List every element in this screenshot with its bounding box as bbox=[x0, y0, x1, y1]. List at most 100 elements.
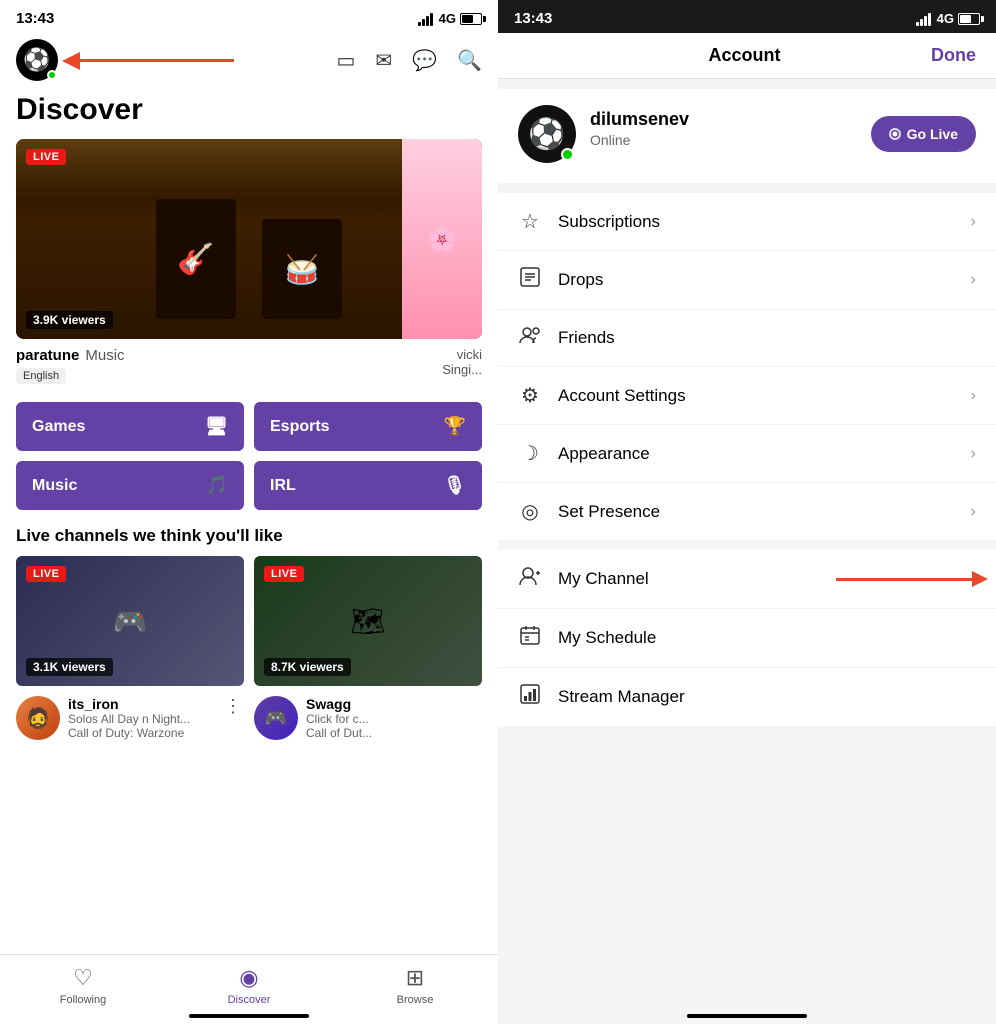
done-button[interactable]: Done bbox=[931, 45, 976, 66]
battery-icon bbox=[460, 13, 482, 25]
home-indicator-right bbox=[687, 1014, 807, 1018]
stream-manager-icon bbox=[518, 684, 542, 710]
appearance-label: Appearance bbox=[558, 444, 650, 464]
screen-icon[interactable]: ▭ bbox=[337, 48, 356, 73]
menu-item-stream-manager[interactable]: Stream Manager bbox=[498, 668, 996, 726]
stream-manager-label: Stream Manager bbox=[558, 687, 685, 707]
more-options-1[interactable]: ⋮ bbox=[222, 696, 244, 717]
subscriptions-label: Subscriptions bbox=[558, 212, 660, 232]
subscriptions-chevron: › bbox=[971, 213, 976, 231]
drops-chevron: › bbox=[971, 271, 976, 289]
menu-item-my-schedule[interactable]: My Schedule bbox=[498, 609, 996, 668]
right-preview: 🌸 bbox=[402, 139, 482, 339]
right-status-bar: 13:43 4G bbox=[498, 0, 996, 33]
go-live-button[interactable]: Go Live bbox=[871, 116, 976, 152]
my-channel-label: My Channel bbox=[558, 569, 649, 589]
user-avatar[interactable]: ⚽ bbox=[16, 39, 58, 81]
my-channel-row[interactable]: My Channel bbox=[498, 550, 996, 609]
friends-label: Friends bbox=[558, 328, 615, 348]
my-schedule-label: My Schedule bbox=[558, 628, 656, 648]
menu-item-account-settings[interactable]: ⚙ Account Settings › bbox=[498, 367, 996, 425]
set-presence-label: Set Presence bbox=[558, 502, 660, 522]
profile-online-dot bbox=[561, 148, 574, 161]
esports-icon: 🏆 bbox=[444, 416, 466, 437]
set-presence-icon: ◎ bbox=[518, 499, 542, 524]
music-icon: 🎵 bbox=[206, 475, 228, 496]
profile-status: Online bbox=[590, 132, 689, 148]
channel-list-item-2[interactable]: 🎮 Swagg Click for c... Call of Dut... bbox=[254, 696, 482, 740]
menu-item-left-subscriptions: ☆ Subscriptions bbox=[518, 209, 660, 234]
inbox-icon[interactable]: ✉ bbox=[375, 48, 392, 73]
right-red-arrow bbox=[836, 578, 976, 581]
channel-list: 🧔 its_iron Solos All Day n Night... Call… bbox=[0, 686, 498, 740]
right-time: 13:43 bbox=[514, 10, 552, 27]
irl-label: IRL bbox=[270, 477, 296, 495]
arrow-indicator bbox=[66, 59, 234, 62]
following-icon: ♡ bbox=[73, 965, 93, 991]
browse-icon: ⊞ bbox=[406, 965, 424, 991]
chat-icon[interactable]: 💬 bbox=[412, 48, 437, 73]
left-time: 13:43 bbox=[16, 10, 54, 27]
tab-discover[interactable]: ◉ Discover bbox=[166, 965, 332, 1006]
live-badge-main: LIVE bbox=[26, 149, 66, 165]
channel-right-info: vicki Singi... bbox=[442, 347, 482, 377]
live-channels-grid: 🎮 LIVE 3.1K viewers 🗺 LIVE 8.7K viewers bbox=[16, 556, 482, 686]
live-channels-title: Live channels we think you'll like bbox=[0, 510, 498, 556]
my-channel-section: My Channel My Schedule bbox=[498, 550, 996, 726]
live-channel-card-1[interactable]: 🎮 LIVE 3.1K viewers bbox=[16, 556, 244, 686]
top-nav-icons: ▭ ✉ 💬 🔍 bbox=[337, 48, 482, 73]
top-nav-left: ⚽ bbox=[16, 39, 234, 81]
right-status-icons: 4G bbox=[916, 11, 980, 26]
menu-item-left-set-presence: ◎ Set Presence bbox=[518, 499, 660, 524]
arrow-line bbox=[836, 578, 976, 581]
menu-item-left-stream-manager: Stream Manager bbox=[518, 684, 685, 710]
channel-username-2: Swagg bbox=[306, 696, 482, 712]
menu-item-left-my-channel: My Channel bbox=[518, 566, 649, 592]
top-nav: ⚽ ▭ ✉ 💬 🔍 bbox=[0, 33, 498, 89]
channel-desc-2: Click for c... bbox=[306, 712, 482, 726]
drops-icon bbox=[518, 267, 542, 293]
channel-avatar-1: 🧔 bbox=[16, 696, 60, 740]
irl-button[interactable]: IRL 🎙 bbox=[254, 461, 482, 510]
appearance-icon: ☽ bbox=[518, 441, 542, 466]
right-network-type: 4G bbox=[937, 11, 954, 26]
right-description: Singi... bbox=[442, 362, 482, 377]
viewer-count-main: 3.9K viewers bbox=[26, 311, 113, 329]
live-badge-ch2: LIVE bbox=[264, 566, 304, 582]
viewer-count-ch1: 3.1K viewers bbox=[26, 658, 113, 676]
right-battery-icon bbox=[958, 13, 980, 25]
profile-username: dilumsenev bbox=[590, 109, 689, 130]
search-icon[interactable]: 🔍 bbox=[457, 48, 482, 73]
channel-desc-1: Solos All Day n Night... bbox=[68, 712, 214, 726]
main-video-card[interactable]: 🎸 🥁 LIVE LIVE 3.9K viewers 4.1K 🌸 bbox=[16, 139, 482, 339]
subscriptions-icon: ☆ bbox=[518, 209, 542, 234]
tab-following[interactable]: ♡ Following bbox=[0, 965, 166, 1006]
avatar-img-1: 🧔 bbox=[16, 696, 60, 740]
following-label: Following bbox=[60, 994, 106, 1006]
profile-avatar: ⚽ bbox=[518, 105, 576, 163]
browse-label: Browse bbox=[397, 994, 434, 1006]
tab-browse[interactable]: ⊞ Browse bbox=[332, 965, 498, 1006]
my-schedule-icon bbox=[518, 625, 542, 651]
left-red-arrow bbox=[74, 59, 234, 62]
drops-label: Drops bbox=[558, 270, 603, 290]
profile-section: ⚽ dilumsenev Online Go Live bbox=[498, 89, 996, 183]
games-icon: 🖥 bbox=[205, 416, 228, 437]
bottom-tabs: ♡ Following ◉ Discover ⊞ Browse bbox=[0, 954, 498, 1024]
menu-item-set-presence[interactable]: ◎ Set Presence › bbox=[498, 483, 996, 540]
menu-item-friends[interactable]: Friends bbox=[498, 310, 996, 367]
channel-list-item-1[interactable]: 🧔 its_iron Solos All Day n Night... Call… bbox=[16, 696, 244, 740]
esports-button[interactable]: Esports 🏆 bbox=[254, 402, 482, 451]
right-channel-name: vicki bbox=[442, 347, 482, 362]
account-settings-icon: ⚙ bbox=[518, 383, 542, 408]
avatar-img-2: 🎮 bbox=[254, 696, 298, 740]
channel-game-2: Call of Dut... bbox=[306, 726, 482, 740]
menu-item-drops[interactable]: Drops › bbox=[498, 251, 996, 310]
page-title: Discover bbox=[0, 89, 498, 139]
menu-item-appearance[interactable]: ☽ Appearance › bbox=[498, 425, 996, 483]
games-button[interactable]: Games 🖥 bbox=[16, 402, 244, 451]
appearance-chevron: › bbox=[971, 445, 976, 463]
live-channel-card-2[interactable]: 🗺 LIVE 8.7K viewers bbox=[254, 556, 482, 686]
music-button[interactable]: Music 🎵 bbox=[16, 461, 244, 510]
menu-item-subscriptions[interactable]: ☆ Subscriptions › bbox=[498, 193, 996, 251]
